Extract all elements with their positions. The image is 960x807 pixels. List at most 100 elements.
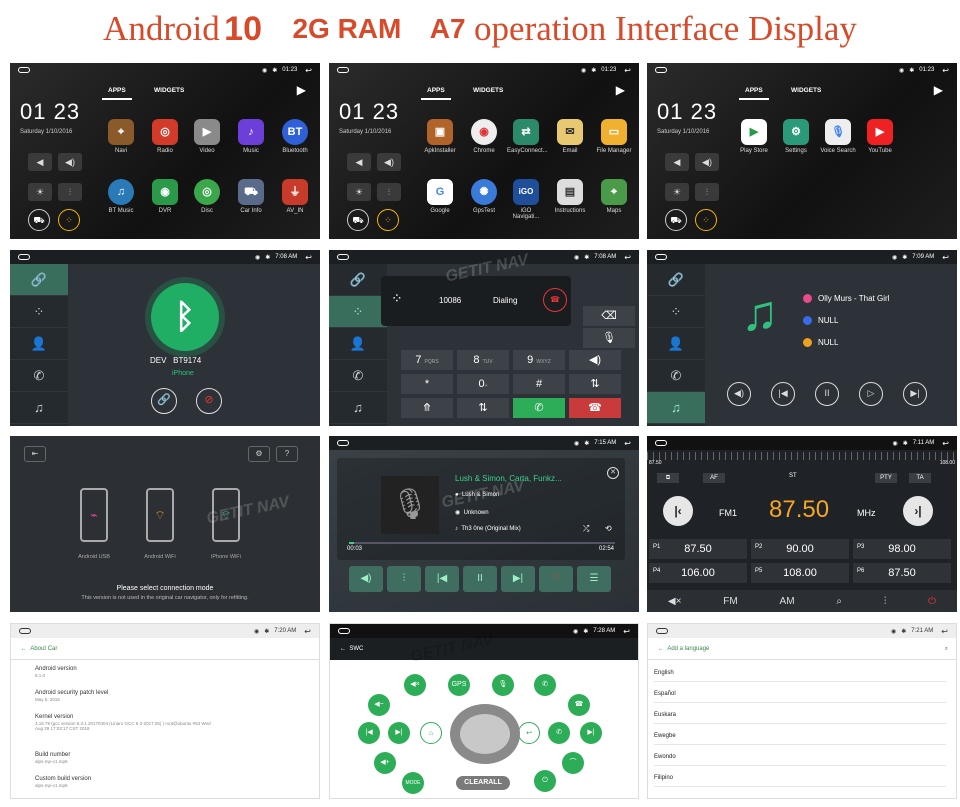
link-icon[interactable]: 🔗 [10,264,68,296]
seek-back-button[interactable]: |‹ [663,496,693,526]
pause-button[interactable]: II [815,382,839,406]
fm-button[interactable]: FM [723,596,737,607]
swap-key[interactable]: ⇅ [457,398,509,418]
app-bluetooth[interactable]: BT Bluetooth [276,119,314,154]
merge-key[interactable]: ⤊ [401,398,453,418]
key-0[interactable]: 0+ [457,374,509,394]
home-icon[interactable] [337,440,349,446]
back-icon[interactable]: ↩ [305,253,312,262]
key-hash[interactable]: # [513,374,565,394]
volume-up-button[interactable]: ◀) [58,153,82,171]
pty-button[interactable]: PTY [875,473,897,483]
keypad-icon[interactable]: ⁘ [391,290,403,307]
help-icon[interactable]: ? [276,446,298,462]
apps-button[interactable]: ⁘ [377,209,399,231]
setting-custom-build[interactable]: Custom build version alps-mp-o1.mp5 [35,776,91,788]
contacts-icon[interactable]: 👤 [329,328,387,360]
language-item[interactable]: Euskara [654,712,946,724]
back-icon[interactable]: ↩ [305,66,312,75]
back-icon[interactable]: ↩ [942,439,949,448]
app-chrome[interactable]: ◉ Chrome [465,119,503,154]
keypad-icon[interactable]: ⁘ [329,296,387,328]
home-icon[interactable] [18,67,30,73]
play-store-icon[interactable]: ▶ [934,83,943,97]
wifi-phone-icon[interactable]: ⌔ [146,488,174,542]
previous-icon[interactable]: |◀ [358,722,380,744]
hangup-icon[interactable]: ☎ [543,288,567,312]
app-maps[interactable]: ⌖ Maps [595,179,633,214]
music-icon[interactable]: ♫ [329,392,387,424]
favorite-icon[interactable]: ♡ [539,566,573,592]
app-instructions[interactable]: ▤ Instructions [551,179,589,214]
app-apkinstaller[interactable]: ▣ ApkInstaller [421,119,459,154]
tab-apps[interactable]: APPS [102,83,132,100]
eq-icon[interactable]: ⫶ [884,596,887,607]
call-button[interactable]: ✆ [513,398,565,418]
play-store-icon[interactable]: ▶ [616,83,625,97]
tab-widgets[interactable]: WIDGETS [785,83,827,98]
speaker-key[interactable]: ◀) [569,350,621,370]
home-icon[interactable] [656,628,668,634]
app-disc[interactable]: ◎ Disc [188,179,226,214]
call-log-icon[interactable]: ✆ [329,360,387,392]
tab-apps[interactable]: APPS [421,83,451,100]
setting-android-version[interactable]: Android version 8.1.0 [35,666,77,678]
home-icon[interactable] [337,67,349,73]
volume-down-button[interactable]: ◀ [347,153,371,171]
volume-down-button[interactable]: ◀ [28,153,52,171]
arrow-back-icon[interactable]: ← [340,646,349,652]
key-7[interactable]: 7 PQRS [401,350,453,370]
power-icon[interactable]: ⏻ [928,596,936,607]
car-button[interactable]: ⛟ [28,209,50,231]
car-button[interactable]: ⛟ [665,209,687,231]
app-settings[interactable]: ⚙ Settings [777,119,815,154]
home-icon[interactable] [655,440,667,446]
app-easyconnect[interactable]: ⇄ EasyConnect... [507,119,548,154]
eq-button[interactable]: ⫶ [387,566,421,592]
usb-phone-icon[interactable]: ⌁ [80,488,108,542]
brightness-button[interactable]: ☀ [28,183,52,201]
call-log-icon[interactable]: ✆ [10,360,68,392]
setting-build-number[interactable]: Build number alps-mp-o1.mp5 [35,752,70,764]
previous-button[interactable]: |◀ [425,566,459,592]
back-icon[interactable]: ↩ [942,253,949,262]
ta-button[interactable]: TA [909,473,931,483]
list-icon[interactable]: ☰ [577,566,611,592]
language-item[interactable]: Filipino [654,775,946,787]
mute-key[interactable]: 🎙 [583,328,635,348]
next-button[interactable]: ▶| [903,382,927,406]
keypad-icon[interactable]: ⁘ [10,296,68,328]
eq-button[interactable]: ⫶ [58,183,82,201]
volume-up-button[interactable]: ◀) [377,153,401,171]
play-store-icon[interactable]: ▶ [297,83,306,97]
hang-up-icon[interactable]: ☎ [568,694,590,716]
app-dvr[interactable]: ◉ DVR [146,179,184,214]
app-email[interactable]: ✉ Email [551,119,589,154]
tab-widgets[interactable]: WIDGETS [467,83,509,98]
apps-button[interactable]: ⁘ [58,209,80,231]
voice-icon[interactable]: 🎙 [492,674,514,696]
previous-button[interactable]: |◀ [771,382,795,406]
preset-p6[interactable]: P6 87.50 [853,563,951,583]
setting-kernel[interactable]: Kernel version 3.18.79 (gcc version 6.3.1… [35,714,215,731]
key-8[interactable]: 8 TUV [457,350,509,370]
return-icon[interactable]: ↩ [518,722,540,744]
preset-p1[interactable]: P1 87.50 [649,539,747,559]
app-av-in[interactable]: ⏚ AV_IN [276,179,314,214]
mute-icon[interactable]: ◀× [404,674,426,696]
app-youtube[interactable]: ▶ YouTube [861,119,899,154]
key-star[interactable]: * [401,374,453,394]
volume-down-button[interactable]: ◀ [665,153,689,171]
tab-apps[interactable]: APPS [739,83,769,100]
app-bt-music[interactable]: ♫ BT Music [102,179,140,214]
language-item[interactable]: English [654,670,946,682]
frequency-scale[interactable] [647,452,957,460]
app-navi[interactable]: ⌖ Navi [102,119,140,154]
call-icon[interactable]: ✆ [534,674,556,696]
back-icon[interactable]: ↩ [623,627,630,636]
eq-button[interactable]: ⫶ [695,183,719,201]
connect-button[interactable]: 🔗 [151,388,177,414]
app-car-info[interactable]: ⛟ Car Info [232,179,270,214]
volume-button[interactable]: ◀) [727,382,751,406]
clear-all-button[interactable]: CLEARALL [456,776,510,790]
